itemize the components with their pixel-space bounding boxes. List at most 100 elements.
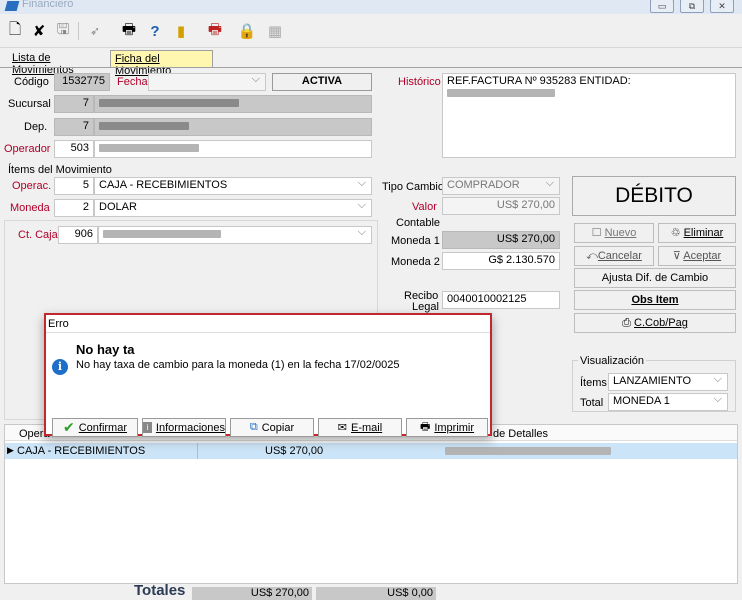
- confirmar-label: Confirmar: [78, 421, 128, 434]
- row-pointer-icon: ▶: [7, 445, 14, 455]
- cancelar-button[interactable]: ⤺Cancelar: [574, 246, 654, 266]
- sucursal-code[interactable]: 7: [54, 95, 94, 113]
- moneda1-label: Moneda 1: [391, 235, 440, 247]
- row-operacion: CAJA - RECEBIMIENTOS: [17, 445, 146, 457]
- ccob-label: C.Cob/Pag: [634, 317, 688, 329]
- dialog-divider: [46, 332, 490, 333]
- aceptar-button[interactable]: ⊽ Aceptar: [658, 246, 736, 266]
- tipo-cambio-label: Tipo Cambio: [382, 181, 444, 193]
- close-icon[interactable]: ✕: [710, 0, 734, 13]
- legal-label: Legal: [412, 301, 439, 313]
- obs-item-label: Obs Item: [631, 294, 679, 306]
- help-icon[interactable]: ?: [144, 20, 166, 42]
- visualizacion-label: Visualización: [578, 355, 647, 367]
- ctcaja-select[interactable]: [98, 226, 372, 244]
- dialog-title: Erro: [48, 318, 69, 330]
- fecha-field[interactable]: [148, 73, 266, 91]
- undo-small-icon: ⤺: [586, 250, 598, 262]
- accept-icon: ⊽: [672, 250, 684, 262]
- table-row[interactable]: ▶ CAJA - RECEBIMIENTOS US$ 270,00: [5, 443, 737, 459]
- tab-ficha-movimiento[interactable]: Ficha del Movimiento: [110, 50, 213, 77]
- ctcaja-code[interactable]: 906: [58, 226, 98, 244]
- nuevo-label: Nuevo: [604, 227, 637, 239]
- ajusta-button[interactable]: Ajusta Dif. de Cambio: [574, 268, 736, 288]
- valor-field[interactable]: US$ 270,00: [442, 197, 560, 215]
- email-button[interactable]: ✉ E-mail: [318, 418, 402, 437]
- totals-label: Totales: [134, 582, 186, 599]
- recibo-field[interactable]: 0040010002125: [442, 291, 560, 309]
- row-valor: US$ 270,00: [265, 445, 324, 457]
- contable-label: Contable: [396, 217, 441, 229]
- trash-icon: ♲: [670, 227, 684, 239]
- imprimir-button[interactable]: 🖶 Imprimir: [406, 418, 488, 437]
- undo-icon[interactable]: ➶: [84, 20, 106, 42]
- imprimir-label: Imprimir: [434, 421, 475, 434]
- delete-icon[interactable]: ✘: [28, 20, 50, 42]
- printer-red-icon[interactable]: 🖶: [204, 20, 226, 42]
- historico-label: Histórico: [398, 76, 441, 88]
- codigo-field[interactable]: 1532775: [54, 73, 110, 91]
- confirmar-button[interactable]: ✔ Confirmar: [52, 418, 138, 437]
- exit-icon[interactable]: ▮: [170, 20, 192, 42]
- total-value-2: US$ 0,00: [316, 587, 436, 600]
- toolbar-separator: [78, 22, 79, 40]
- eliminar-label: Eliminar: [683, 227, 724, 239]
- moneda-select[interactable]: DOLAR: [94, 199, 372, 217]
- redacted-text: [99, 99, 239, 108]
- json-icon[interactable]: ▦: [264, 20, 286, 42]
- nuevo-button[interactable]: ☐ Nuevo: [574, 223, 654, 243]
- tab-lista-movimientos[interactable]: Lista de Movimientos: [8, 50, 110, 76]
- new-document-icon[interactable]: 🗋: [4, 20, 26, 42]
- operador-label: Operador: [4, 143, 51, 155]
- col-detalles-header[interactable]: de Detalles: [493, 428, 548, 440]
- app-icon: [4, 1, 20, 11]
- movements-table: Opera de Detalles ▶ CAJA - RECEBIMIENTOS…: [4, 424, 738, 584]
- informaciones-label: Informaciones: [155, 421, 225, 434]
- historico-field[interactable]: REF.FACTURA Nº 935283 ENTIDAD:: [442, 73, 736, 158]
- dep-label: Dep.: [24, 121, 48, 133]
- operac-label: Operac.: [12, 180, 52, 192]
- attach-icon: ⎙: [622, 317, 635, 329]
- status-badge: ACTIVA: [272, 73, 372, 91]
- aceptar-label: Aceptar: [683, 250, 722, 262]
- operac-select[interactable]: CAJA - RECEBIMIENTOS: [94, 177, 372, 195]
- toolbar: 🗋 ✘ 🖫 ➶ 🖶 ? ▮ 🖶 🔒 ▦: [0, 14, 742, 48]
- dialog-message: No hay taxa de cambio para la moneda (1)…: [76, 359, 400, 371]
- copiar-button[interactable]: ⧉ Copiar: [230, 418, 314, 437]
- error-dialog: Erro No hay ta i No hay taxa de cambio p…: [44, 313, 492, 437]
- historico-text: REF.FACTURA Nº 935283 ENTIDAD:: [447, 75, 631, 87]
- moneda-label: Moneda: [10, 202, 50, 214]
- debito-indicator: DÉBITO: [572, 176, 736, 216]
- operador-name: [94, 140, 372, 158]
- items-view-label: Ítems: [580, 377, 607, 389]
- tipo-cambio-select[interactable]: COMPRADOR: [442, 177, 560, 195]
- copy-icon: ⧉: [249, 421, 258, 433]
- items-view-select[interactable]: LANZAMIENTO: [608, 373, 728, 391]
- maximize-icon[interactable]: ⧉: [680, 0, 704, 13]
- print-icon[interactable]: 🖶: [118, 20, 140, 42]
- title-bar: Financiero ▭ ⧉ ✕: [0, 0, 742, 14]
- obs-item-button[interactable]: Obs Item: [574, 290, 736, 310]
- minimize-icon[interactable]: ▭: [650, 0, 674, 13]
- valor-label: Valor: [412, 201, 437, 213]
- operador-code[interactable]: 503: [54, 140, 94, 158]
- lock-icon[interactable]: 🔒: [236, 20, 258, 42]
- printer-icon: 🖶: [419, 421, 431, 433]
- ccob-button[interactable]: ⎙ C.Cob/Pag: [574, 313, 736, 333]
- fecha-label: Fecha: [117, 76, 148, 88]
- informaciones-button[interactable]: i Informaciones: [142, 418, 226, 437]
- sucursal-name: [94, 95, 372, 113]
- total-view-select[interactable]: MONEDA 1: [608, 393, 728, 411]
- save-icon[interactable]: 🖫: [52, 20, 74, 42]
- redacted-text: [99, 144, 199, 153]
- moneda-code[interactable]: 2: [54, 199, 94, 217]
- dep-code[interactable]: 7: [54, 118, 94, 136]
- tab-divider: [0, 67, 742, 68]
- operac-code[interactable]: 5: [54, 177, 94, 195]
- eliminar-button[interactable]: ♲ Eliminar: [658, 223, 736, 243]
- items-section-label: Ítems del Movimiento: [8, 164, 112, 176]
- total-value-1: US$ 270,00: [192, 587, 312, 600]
- check-icon: ✔: [62, 419, 75, 435]
- info-square-icon: i: [143, 422, 152, 433]
- totals-bar: Totales US$ 270,00 US$ 0,00: [0, 582, 742, 600]
